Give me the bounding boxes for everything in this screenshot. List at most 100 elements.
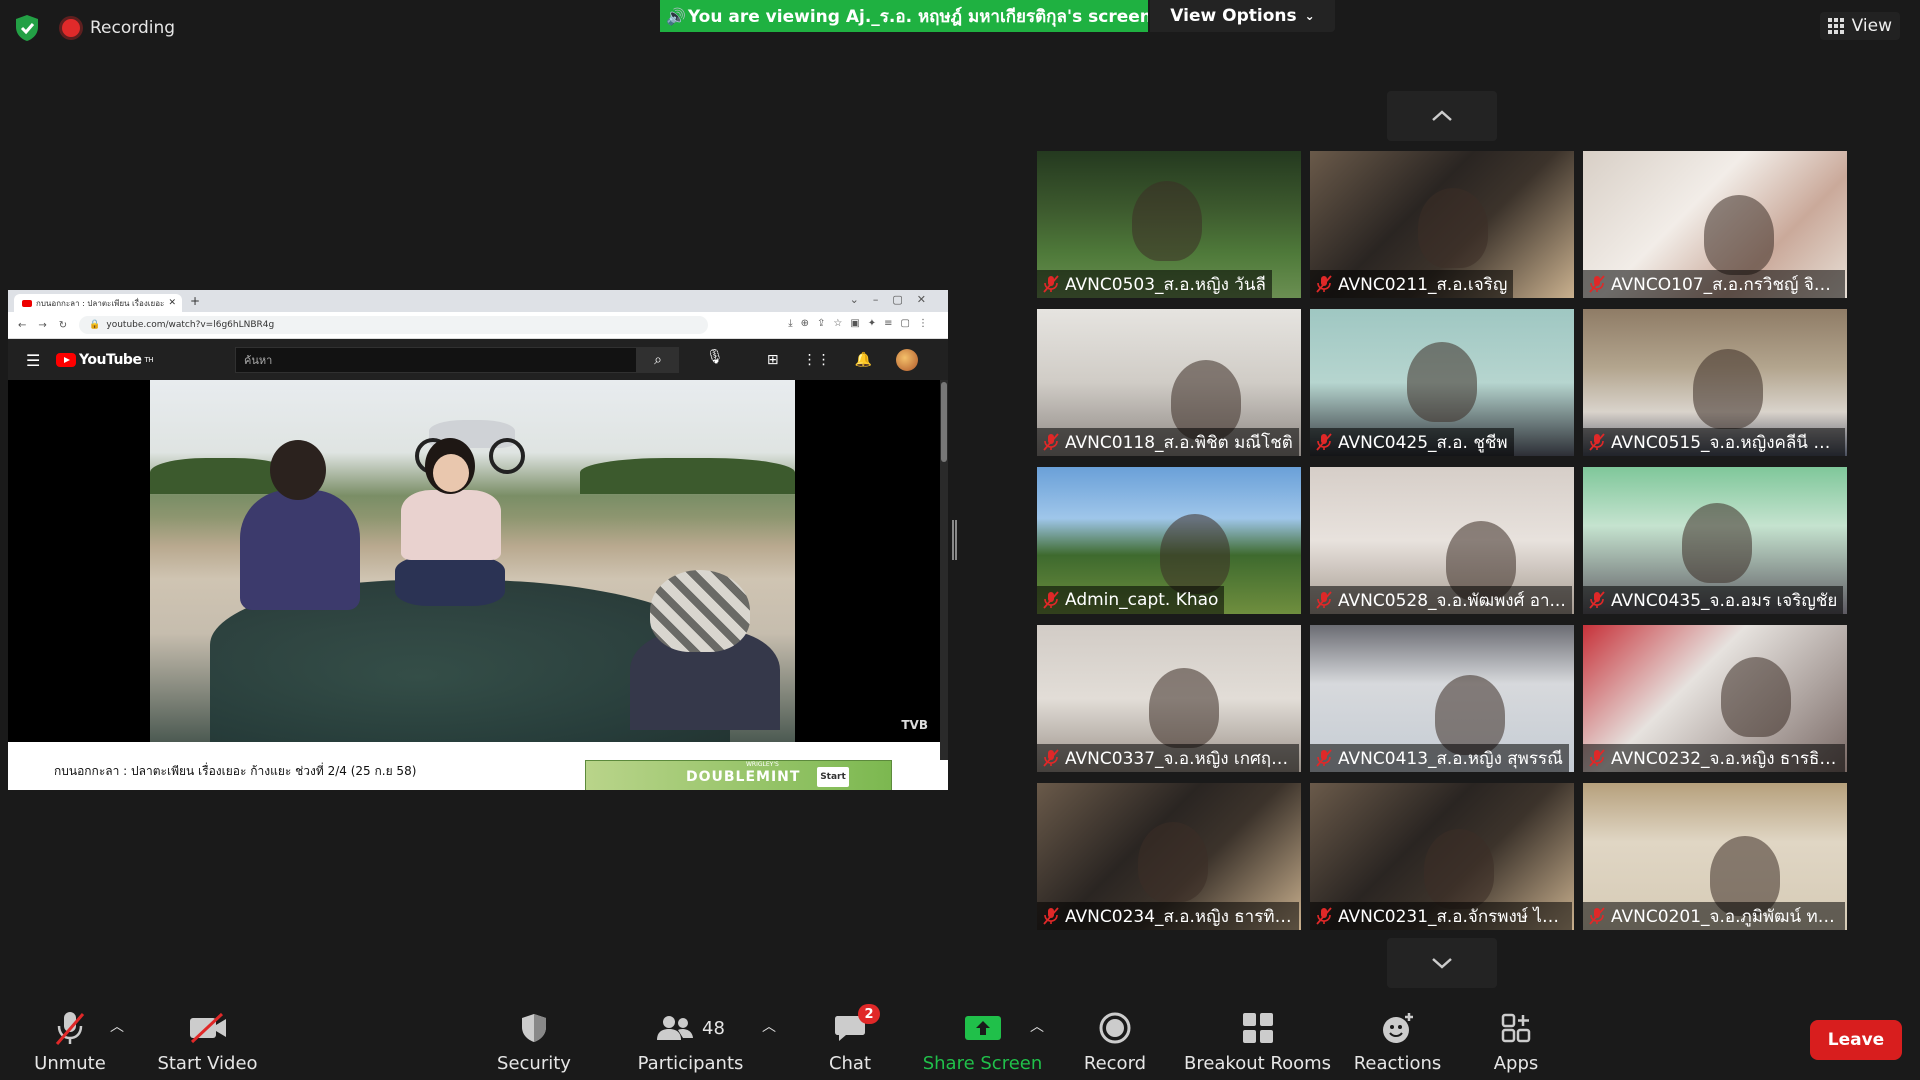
search-icon: ⌕: [654, 352, 662, 368]
view-options-button[interactable]: View Options ⌄: [1150, 0, 1335, 32]
participant-tile[interactable]: AVNCO107_ส.อ.กรวิชญ์ จิตใ...: [1583, 151, 1847, 298]
participant-name-bar: AVNC0413_ส.อ.หญิง สุพรรณี: [1310, 744, 1569, 772]
youtube-search-button[interactable]: ⌕: [637, 347, 679, 373]
chat-button[interactable]: 2 Chat: [810, 998, 890, 1076]
participant-video-person: [1160, 514, 1230, 594]
microphone-muted-icon: [1316, 749, 1332, 767]
reload-icon[interactable]: ↻: [59, 320, 67, 331]
leave-button[interactable]: Leave: [1810, 1020, 1902, 1060]
participant-name: AVNC0118_ส.อ.พิชิต มณีโชติ: [1065, 432, 1293, 453]
video-person-hat: [630, 570, 780, 730]
participant-tile[interactable]: AVNC0118_ส.อ.พิชิต มณีโชติ: [1037, 309, 1301, 456]
page-scrollbar[interactable]: [940, 380, 948, 760]
view-options-label: View Options: [1170, 6, 1297, 26]
participant-tile[interactable]: AVNC0413_ส.อ.หญิง สุพรรณี: [1310, 625, 1574, 772]
participant-tile[interactable]: AVNC0435_จ.อ.อมร เจริญชัย: [1583, 467, 1847, 614]
video-off-icon: [189, 1012, 226, 1044]
ad-start-button[interactable]: Start: [817, 767, 849, 787]
breakout-rooms-button[interactable]: Breakout Rooms: [1184, 998, 1331, 1076]
tab-close-icon[interactable]: ✕: [168, 298, 176, 308]
security-shield-icon: [522, 1014, 546, 1042]
microphone-muted-icon: [1316, 591, 1332, 609]
participant-video-person: [1435, 675, 1505, 755]
youtube-avatar[interactable]: [896, 349, 918, 371]
apps-button[interactable]: Apps: [1476, 998, 1556, 1076]
record-button[interactable]: Record: [1075, 998, 1155, 1076]
chevron-up-icon: [1432, 110, 1452, 121]
share-screen-button[interactable]: Share Screen: [923, 998, 1042, 1076]
menu-icon[interactable]: ☰: [26, 351, 42, 370]
browser-tab[interactable]: กบนอกกะลา : ปลาตะเพียน เรื่องเยอะ ✕: [14, 294, 182, 312]
ad-banner[interactable]: WRIGLEY'S DOUBLEMINT Start: [585, 760, 892, 790]
youtube-search-input[interactable]: ค้นหา: [235, 347, 637, 373]
participant-name-bar: AVNC0337_จ.อ.หญิง เกศฤก...: [1037, 744, 1299, 772]
video-person-man: [230, 440, 360, 640]
youtube-search-placeholder: ค้นหา: [244, 354, 273, 367]
start-video-button[interactable]: Start Video: [155, 998, 260, 1076]
gallery-next-button[interactable]: [1387, 938, 1497, 988]
participant-gallery: AVNC0503_ส.อ.หญิง วันลี AVNC0211_ส.อ.เจริ…: [1037, 151, 1847, 930]
video-frame[interactable]: [150, 380, 795, 742]
security-label: Security: [497, 1053, 571, 1074]
youtube-favicon-icon: [22, 299, 32, 307]
video-trees-right: [580, 458, 795, 494]
video-player[interactable]: TVB: [8, 380, 940, 742]
youtube-logo[interactable]: YouTube TH: [56, 352, 153, 368]
participant-tile[interactable]: AVNC0232_จ.อ.หญิง ธารธิด...: [1583, 625, 1847, 772]
url-text: youtube.com/watch?v=l6g6hLNBR4g: [106, 320, 275, 330]
audio-options-caret-icon[interactable]: ︿: [110, 1016, 124, 1036]
speaker-icon: 🔊: [666, 6, 686, 26]
microphone-muted-icon: [1316, 275, 1332, 293]
participant-tile[interactable]: AVNC0337_จ.อ.หญิง เกศฤก...: [1037, 625, 1301, 772]
forward-icon[interactable]: →: [38, 320, 46, 331]
youtube-region: TH: [144, 356, 153, 364]
start-video-label: Start Video: [157, 1053, 258, 1074]
participant-tile[interactable]: Admin_capt. Khao: [1037, 467, 1301, 614]
microphone-muted-icon: [1589, 749, 1605, 767]
participant-video-person: [1682, 503, 1752, 583]
split-resize-handle[interactable]: [952, 520, 957, 560]
participant-tile[interactable]: AVNC0231_ส.อ.จักรพงษ์ ไข...: [1310, 783, 1574, 930]
create-video-icon[interactable]: ⊞: [767, 352, 779, 368]
gallery-previous-button[interactable]: [1387, 91, 1497, 141]
encryption-shield-icon[interactable]: [14, 14, 40, 42]
notifications-bell-icon[interactable]: 🔔: [855, 352, 872, 368]
browser-tab-title: กบนอกกะลา : ปลาตะเพียน เรื่องเยอะ: [36, 298, 165, 308]
participant-name: AVNCO107_ส.อ.กรวิชญ์ จิตใ...: [1611, 274, 1839, 295]
url-field[interactable]: 🔒 youtube.com/watch?v=l6g6hLNBR4g: [79, 316, 708, 334]
participant-video-person: [1693, 349, 1763, 429]
participant-name: AVNC0232_จ.อ.หญิง ธารธิด...: [1611, 748, 1839, 769]
participant-tile[interactable]: AVNC0211_ส.อ.เจริญ: [1310, 151, 1574, 298]
participant-tile[interactable]: AVNC0515_จ.อ.หญิงคลีนี มะ...: [1583, 309, 1847, 456]
participant-tile[interactable]: AVNC0503_ส.อ.หญิง วันลี: [1037, 151, 1301, 298]
unmute-button[interactable]: Unmute: [30, 998, 110, 1076]
back-icon[interactable]: ←: [18, 320, 26, 331]
participant-video-person: [1138, 822, 1208, 902]
participant-tile[interactable]: AVNC0234_ส.อ.หญิง ธารทิพ...: [1037, 783, 1301, 930]
shared-screen: กบนอกกะลา : ปลาตะเพียน เรื่องเยอะ ✕ + ⌄–…: [8, 290, 948, 790]
chevron-down-icon: ⌄: [1304, 9, 1315, 23]
participants-button[interactable]: 48 Participants: [638, 998, 743, 1076]
breakout-rooms-icon: [1242, 1013, 1273, 1043]
window-controls[interactable]: ⌄–▢✕: [850, 293, 940, 306]
participant-tile[interactable]: AVNC0528_จ.อ.พัฒพงศ์ อา...: [1310, 467, 1574, 614]
participant-name-bar: AVNC0201_จ.อ.ภูมิพัฒน์ ทวี...: [1583, 902, 1845, 930]
share-options-caret-icon[interactable]: ︿: [1030, 1016, 1044, 1036]
new-tab-icon[interactable]: +: [190, 294, 200, 308]
recording-label: Recording: [90, 18, 176, 38]
participant-tile[interactable]: AVNC0425_ส.อ. ชูชีพ: [1310, 309, 1574, 456]
video-person-woman: [395, 438, 515, 638]
microphone-muted-icon: [1043, 433, 1059, 451]
microphone-muted-icon: [1589, 591, 1605, 609]
reactions-button[interactable]: Reactions: [1354, 998, 1441, 1076]
security-button[interactable]: Security: [494, 998, 574, 1076]
participant-tile[interactable]: AVNC0201_จ.อ.ภูมิพัฒน์ ทวี...: [1583, 783, 1847, 930]
youtube-header-actions: ⊞ ⋮⋮ 🔔: [767, 349, 918, 371]
recording-indicator[interactable]: Recording: [62, 18, 175, 38]
youtube-logo-text: YouTube: [79, 352, 142, 368]
browser-extension-icons[interactable]: ⤓⊕⇪☆▣✦≡▢⋮: [788, 318, 936, 329]
apps-grid-icon[interactable]: ⋮⋮: [803, 352, 831, 368]
participants-options-caret-icon[interactable]: ︿: [762, 1016, 776, 1036]
view-button[interactable]: View: [1819, 12, 1900, 40]
voice-search-icon[interactable]: 🎙: [706, 349, 724, 365]
